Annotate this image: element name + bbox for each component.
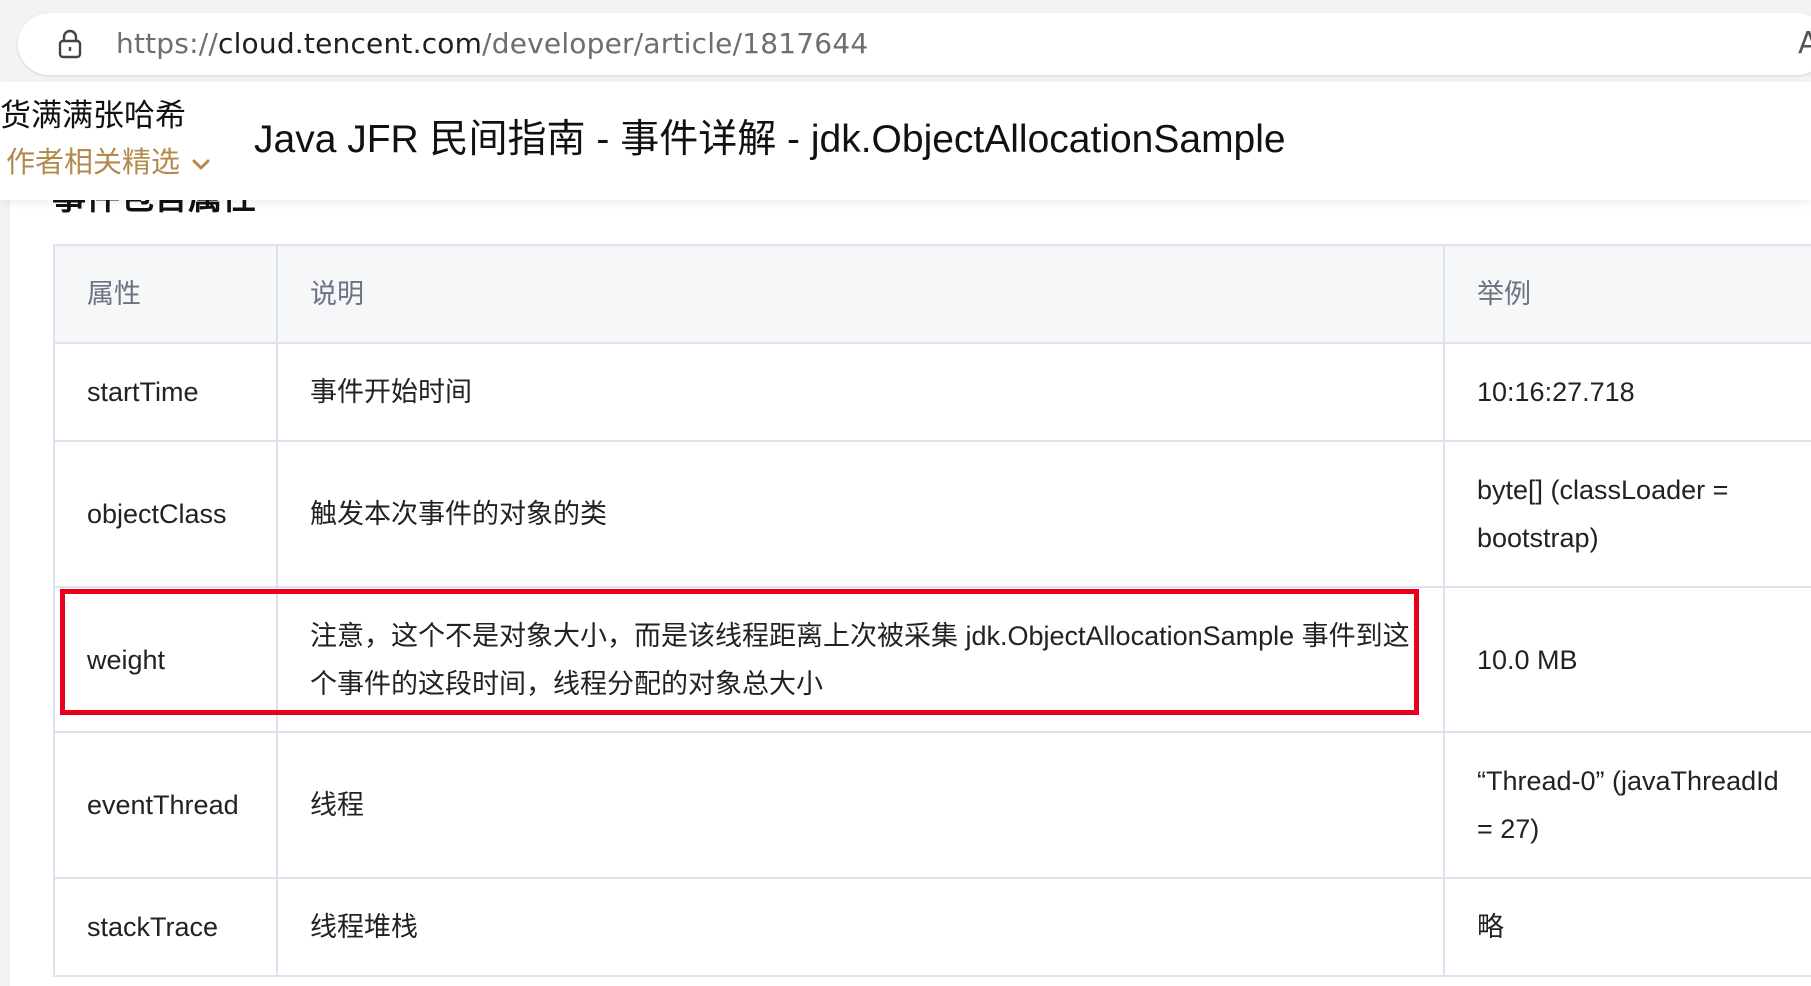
address-bar[interactable]: https://cloud.tencent.com/developer/arti…	[18, 13, 1811, 75]
url-text[interactable]: https://cloud.tencent.com/developer/arti…	[116, 25, 868, 63]
url-path: /developer/article/1817644	[482, 27, 869, 60]
url-host: cloud.tencent.com	[217, 27, 483, 60]
cell-attribute: startTime	[53, 342, 278, 442]
table-row: startTime 事件开始时间 10:16:27.718	[53, 342, 1811, 442]
cell-attribute: weight	[53, 586, 278, 733]
author-name[interactable]: 货满满张哈希	[0, 96, 186, 136]
cell-example: byte[] (classLoader = bootstrap)	[1443, 440, 1811, 588]
cell-attribute: objectClass	[53, 440, 278, 588]
url-scheme: https://	[116, 27, 218, 60]
table-row: weight 注意，这个不是对象大小，而是该线程距离上次被采集 jdk.Obje…	[53, 586, 1811, 733]
cell-description: 触发本次事件的对象的类	[276, 440, 1445, 588]
page-gutter	[0, 200, 10, 986]
read-aloud-icon[interactable]: A	[1798, 25, 1811, 63]
event-attributes-table: 属性 说明 举例 startTime 事件开始时间 10:16:27.718 o…	[53, 244, 1811, 977]
cell-example: “Thread-0” (javaThreadId = 27)	[1443, 731, 1811, 879]
chevron-down-icon	[192, 159, 210, 170]
cell-description: 线程堆栈	[276, 877, 1445, 977]
cell-description: 事件开始时间	[276, 342, 1445, 442]
cell-description: 注意，这个不是对象大小，而是该线程距离上次被采集 jdk.ObjectAlloc…	[276, 586, 1445, 733]
header-attribute: 属性	[53, 244, 278, 344]
cell-example: 略	[1443, 877, 1811, 977]
table-header-row: 属性 说明 举例	[53, 244, 1811, 344]
header-description: 说明	[276, 244, 1445, 344]
cell-example: 10.0 MB	[1443, 586, 1811, 733]
author-related-dropdown[interactable]: 作者相关精选	[6, 142, 212, 182]
cell-example: 10:16:27.718	[1443, 342, 1811, 442]
table-row: objectClass 触发本次事件的对象的类 byte[] (classLoa…	[53, 440, 1811, 588]
article-title: Java JFR 民间指南 - 事件详解 - jdk.ObjectAllocat…	[254, 118, 1286, 161]
cell-description: 线程	[276, 731, 1445, 879]
cell-attribute: eventThread	[53, 731, 278, 879]
table-row: eventThread 线程 “Thread-0” (javaThreadId …	[53, 731, 1811, 879]
lock-icon[interactable]	[56, 29, 84, 59]
article-sticky-header: 货满满张哈希 作者相关精选 Java JFR 民间指南 - 事件详解 - jdk…	[0, 82, 1811, 200]
table-row: stackTrace 线程堆栈 略	[53, 877, 1811, 977]
author-related-label: 作者相关精选	[6, 145, 181, 179]
browser-toolbar: https://cloud.tencent.com/developer/arti…	[0, 0, 1811, 82]
header-example: 举例	[1443, 244, 1811, 344]
cell-attribute: stackTrace	[53, 877, 278, 977]
